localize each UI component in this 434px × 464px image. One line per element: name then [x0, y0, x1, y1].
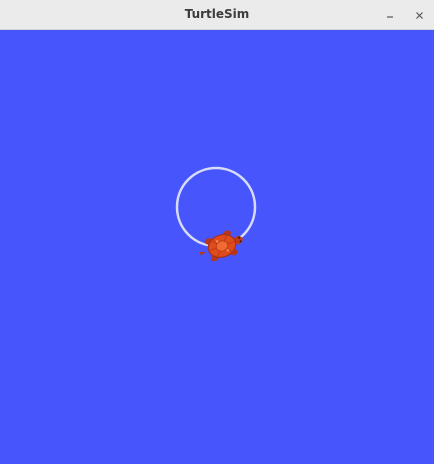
window-title: TurtleSim: [184, 7, 250, 21]
minimize-icon: [387, 16, 393, 18]
close-button[interactable]: [408, 3, 432, 27]
close-icon: [416, 12, 423, 19]
turtle-canvas: [0, 30, 434, 464]
turtlesim-window: TurtleSim: [0, 0, 434, 464]
minimize-button[interactable]: [378, 3, 402, 27]
titlebar[interactable]: TurtleSim: [0, 0, 434, 30]
